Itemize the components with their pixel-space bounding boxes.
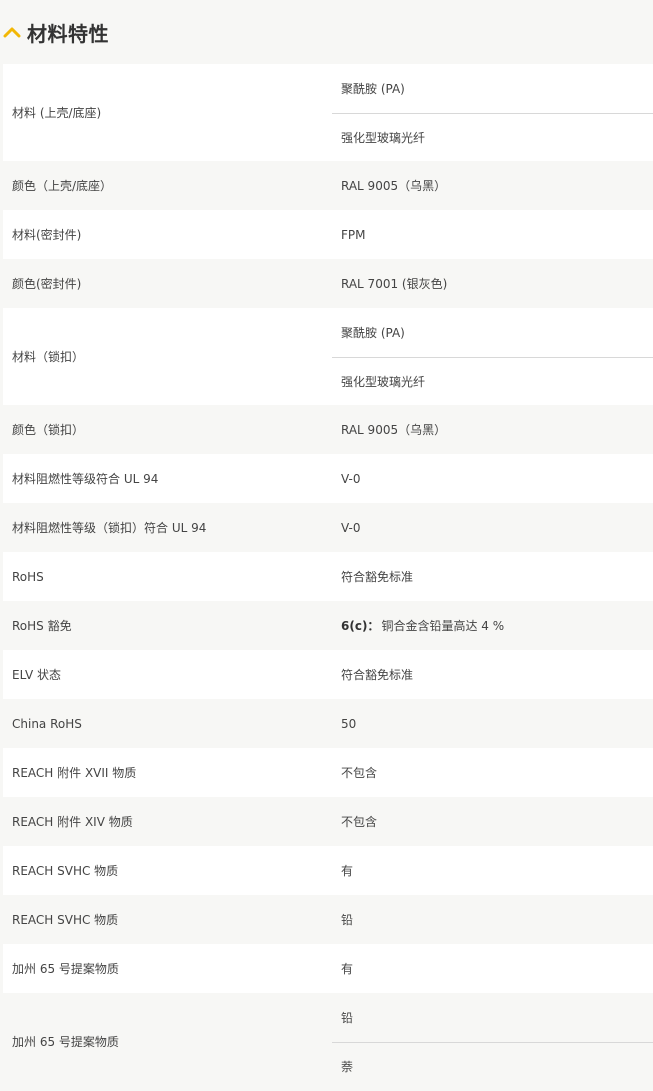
row-values: V-0 xyxy=(332,503,653,552)
table-row: 材料阻燃性等级符合 UL 94 V-0 xyxy=(3,454,653,503)
row-value: RAL 7001 (银灰色) xyxy=(341,277,448,291)
row-label: ELV 状态 xyxy=(12,668,61,682)
row-label: 颜色（锁扣） xyxy=(12,423,85,437)
row-label: 颜色(密封件) xyxy=(12,277,82,291)
table-row: REACH SVHC 物质 铅 xyxy=(3,895,653,944)
section-title: 材料特性 xyxy=(27,21,109,46)
table-row: 材料阻燃性等级（锁扣）符合 UL 94 V-0 xyxy=(3,503,653,552)
row-values: 有 xyxy=(332,944,653,993)
table-row: 加州 65 号提案物质 有 xyxy=(3,944,653,993)
row-values: FPM xyxy=(332,210,653,259)
row-label: RoHS xyxy=(12,569,44,584)
row-values: 50 xyxy=(332,699,653,748)
value-bold-prefix: 6(c)： xyxy=(341,619,380,633)
row-label: REACH SVHC 物质 xyxy=(12,864,119,878)
table-row: REACH 附件 XVII 物质 不包含 xyxy=(3,748,653,797)
row-value: RAL 9005（乌黑） xyxy=(341,423,447,437)
row-label: 加州 65 号提案物质 xyxy=(12,962,119,976)
table-row: REACH SVHC 物质 有 xyxy=(3,846,653,895)
row-value: RAL 9005（乌黑） xyxy=(341,179,447,193)
row-label: 材料 (上壳/底座) xyxy=(12,106,102,120)
row-values: 聚酰胺 (PA) 强化型玻璃光纤 xyxy=(332,308,653,405)
row-label: 材料(密封件) xyxy=(12,228,82,242)
row-label: 材料阻燃性等级（锁扣）符合 UL 94 xyxy=(12,521,207,535)
value-text: 铜合金含铅量高达 4 % xyxy=(381,619,505,633)
row-values: 有 xyxy=(332,846,653,895)
table-row: 颜色(密封件) RAL 7001 (银灰色) xyxy=(3,259,653,308)
row-label: REACH 附件 XVII 物质 xyxy=(12,766,137,780)
row-value: 6(c)： 铜合金含铅量高达 4 % xyxy=(332,601,653,650)
row-value: 有 xyxy=(341,864,354,878)
row-label: 颜色（上壳/底座） xyxy=(12,179,113,193)
row-value: 符合豁免标准 xyxy=(341,668,414,682)
row-value: 聚酰胺 (PA) xyxy=(341,326,405,340)
row-value: V-0 xyxy=(341,520,361,535)
row-label: REACH SVHC 物质 xyxy=(12,913,119,927)
row-values: 铅萘 xyxy=(332,993,653,1090)
table-row: 颜色（上壳/底座） RAL 9005（乌黑） xyxy=(3,161,653,210)
table-row: 材料(密封件) FPM xyxy=(3,210,653,259)
row-values: V-0 xyxy=(332,454,653,503)
row-value: 不包含 xyxy=(341,815,378,829)
row-values: 不包含 xyxy=(332,797,653,846)
row-value: FPM xyxy=(341,227,366,242)
row-values: 符合豁免标准 xyxy=(332,650,653,699)
row-label: RoHS 豁免 xyxy=(12,619,72,633)
section-header[interactable]: 材料特性 xyxy=(0,0,653,64)
table-row: RoHS 符合豁免标准 xyxy=(3,552,653,601)
row-values: 符合豁免标准 xyxy=(332,552,653,601)
row-value: 萘 xyxy=(332,1042,653,1090)
table-row: 材料（锁扣） 聚酰胺 (PA) 强化型玻璃光纤 xyxy=(3,308,653,405)
row-values: 6(c)： 铜合金含铅量高达 4 % xyxy=(332,601,653,650)
row-value: 有 xyxy=(341,962,354,976)
row-label: 加州 65 号提案物质 xyxy=(12,1035,119,1049)
row-value: 50 xyxy=(341,716,357,731)
table-row: 颜色（锁扣） RAL 9005（乌黑） xyxy=(3,405,653,454)
chevron-up-icon[interactable] xyxy=(3,25,21,39)
table-row: ELV 状态 符合豁免标准 xyxy=(3,650,653,699)
table-row: REACH 附件 XIV 物质 不包含 xyxy=(3,797,653,846)
row-label: 材料阻燃性等级符合 UL 94 xyxy=(12,472,159,486)
row-value: 符合豁免标准 xyxy=(341,570,414,584)
row-label: 材料（锁扣） xyxy=(12,350,85,364)
row-values: 聚酰胺 (PA) 强化型玻璃光纤 xyxy=(332,64,653,161)
row-value: 铅 xyxy=(341,1011,354,1025)
row-values: RAL 7001 (银灰色) xyxy=(332,259,653,308)
row-values: RAL 9005（乌黑） xyxy=(332,161,653,210)
table-row: China RoHS 50 xyxy=(3,699,653,748)
row-label: REACH 附件 XIV 物质 xyxy=(12,815,133,829)
row-value: 不包含 xyxy=(341,766,378,780)
spec-table: 材料 (上壳/底座) 聚酰胺 (PA) 强化型玻璃光纤 颜色（上壳/底座） RAL 90… xyxy=(3,64,653,1090)
row-value: 强化型玻璃光纤 xyxy=(332,113,653,161)
row-values: RAL 9005（乌黑） xyxy=(332,405,653,454)
row-label: China RoHS xyxy=(12,716,82,731)
table-row: 加州 65 号提案物质铅萘 xyxy=(3,993,653,1090)
row-values: 铅 xyxy=(332,895,653,944)
row-value: 强化型玻璃光纤 xyxy=(332,357,653,405)
table-row: 材料 (上壳/底座) 聚酰胺 (PA) 强化型玻璃光纤 xyxy=(3,64,653,161)
row-values: 不包含 xyxy=(332,748,653,797)
row-value: V-0 xyxy=(341,471,361,486)
table-row: RoHS 豁免 6(c)： 铜合金含铅量高达 4 % xyxy=(3,601,653,650)
row-value: 铅 xyxy=(341,913,354,927)
row-value: 聚酰胺 (PA) xyxy=(341,82,405,96)
